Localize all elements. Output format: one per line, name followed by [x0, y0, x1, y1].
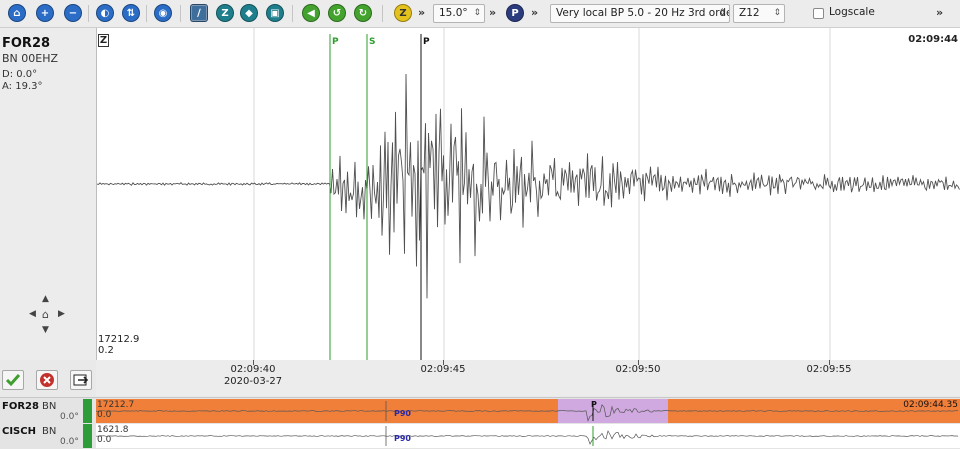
toolbar-separator — [88, 5, 89, 22]
overview-phase-label: P90 — [394, 434, 411, 443]
overview-zero: 0.0 — [97, 410, 112, 420]
zoom-in-icon[interactable]: + — [36, 4, 54, 22]
overview-network: BN — [42, 426, 57, 437]
overview-station: CISCH — [2, 426, 36, 437]
export-button[interactable] — [70, 370, 92, 390]
zoom-level-icon[interactable]: ▣ — [266, 4, 284, 22]
settings-icon[interactable]: Z — [216, 4, 234, 22]
component-z-icon[interactable]: Z — [394, 4, 412, 22]
overview-time: 02:09:44.35 — [903, 400, 958, 410]
axis-tick-label: 02:09:40 — [230, 364, 276, 375]
pick-label: P — [332, 37, 339, 47]
time-gridlines — [253, 28, 831, 360]
sort-icon[interactable]: ⇅ — [122, 4, 140, 22]
reject-button[interactable] — [36, 370, 58, 390]
station-overview: FOR28 BN 0.0° 17212.7 0.0 02:09:44.35 P9… — [0, 397, 960, 449]
amplitude-min-label: 0.2 — [98, 345, 114, 356]
filter-icon[interactable]: ∕ — [190, 4, 208, 22]
undo-icon[interactable]: ◀ — [302, 4, 320, 22]
overview-degree: 0.0° — [60, 412, 79, 422]
export-icon — [73, 374, 89, 386]
toolbar-separator — [382, 5, 383, 22]
overview-degree: 0.0° — [60, 437, 79, 447]
toolbar-overflow-chevron[interactable]: » — [489, 6, 496, 19]
filter-angle-spinbox[interactable]: 15.0° ⇕ — [433, 4, 485, 23]
filter-select-value: Very local BP 5.0 - 20 Hz 3rd order — [556, 7, 730, 19]
filter-select[interactable]: Very local BP 5.0 - 20 Hz 3rd order ⇕ — [550, 4, 730, 23]
pick-icon[interactable]: ◆ — [240, 4, 258, 22]
azimuth-value: A: 19.3° — [2, 81, 43, 92]
distance-value: D: 0.0° — [2, 69, 38, 80]
overview-mini-trace-0 — [96, 401, 959, 422]
view-icon[interactable]: ◐ — [96, 4, 114, 22]
arrow-down-icon[interactable]: ▼ — [42, 325, 49, 335]
reject-icon — [40, 373, 54, 387]
component-label: Z — [98, 34, 109, 47]
amplitude-max-label: 17212.9 — [98, 334, 140, 345]
time-axis: 02:09:40 02:09:45 02:09:50 02:09:55 2020… — [96, 360, 960, 396]
accept-button[interactable] — [2, 370, 24, 390]
logscale-label: Logscale — [829, 6, 875, 18]
toolbar-overflow-chevron[interactable]: » — [936, 6, 943, 19]
toolbar-separator — [146, 5, 147, 22]
overview-mini-trace-1 — [96, 426, 959, 446]
home-icon[interactable]: ⌂ — [42, 308, 49, 321]
overview-station: FOR28 — [2, 401, 39, 412]
component-select-value: Z12 — [739, 7, 760, 19]
channel-code: BN 00EHZ — [2, 52, 59, 65]
station-code: FOR28 — [2, 36, 51, 51]
pick-label: P — [423, 37, 430, 47]
axis-tick-label: 02:09:45 — [420, 364, 466, 375]
axis-tick-label: 02:09:50 — [615, 364, 661, 375]
toolbar-overflow-chevron[interactable]: » — [418, 6, 425, 19]
overview-status-flag — [83, 399, 92, 423]
pan-icon[interactable]: ↻ — [354, 4, 372, 22]
phase-p-icon[interactable]: P — [506, 4, 524, 22]
arrow-up-icon[interactable]: ▲ — [42, 294, 49, 304]
chevron-down-icon: ⇕ — [773, 8, 781, 18]
axis-tick-label: 02:09:55 — [806, 364, 852, 375]
overview-row[interactable]: FOR28 BN 0.0° 17212.7 0.0 02:09:44.35 P9… — [0, 399, 960, 423]
overview-pick-label: P — [591, 400, 597, 409]
accept-icon — [5, 374, 21, 387]
toolbar-separator — [292, 5, 293, 22]
filter-angle-value: 15.0° — [439, 7, 468, 19]
spin-arrows-icon[interactable]: ⇕ — [473, 5, 481, 22]
arrow-right-icon[interactable]: ▶ — [58, 309, 65, 319]
overview-amplitude: 17212.7 — [97, 400, 135, 410]
overview-row[interactable]: CISCH BN 0.0° 1621.8 0.0 P90 — [0, 424, 960, 448]
component-select[interactable]: Z12 ⇕ — [733, 4, 785, 23]
overview-zero: 0.0 — [97, 435, 112, 445]
overview-track[interactable]: 17212.7 0.0 02:09:44.35 P90 P — [96, 399, 960, 423]
axis-date-label: 2020-03-27 — [223, 376, 283, 387]
overview-network: BN — [42, 401, 57, 412]
chevron-down-icon: ⇕ — [718, 8, 726, 18]
redo-icon[interactable]: ↺ — [328, 4, 346, 22]
toolbar-overflow-chevron[interactable]: » — [531, 6, 538, 19]
overview-waveform — [96, 404, 959, 422]
overview-track[interactable]: 1621.8 0.0 P90 — [96, 424, 960, 448]
trace-info-panel: FOR28 BN 00EHZ D: 0.0° A: 19.3° ▲ ◀ ⌂ ▶ … — [0, 28, 96, 360]
logscale-checkbox[interactable] — [813, 8, 824, 19]
overview-waveform — [96, 430, 959, 445]
overview-amplitude: 1621.8 — [97, 425, 129, 435]
map-icon[interactable]: ◉ — [154, 4, 172, 22]
pick-label: S — [369, 37, 375, 47]
toolbar-separator — [180, 5, 181, 22]
toolbar: ⌂ + − ◐ ⇅ ◉ ∕ Z ◆ ▣ ◀ ↺ ↻ Z » 15.0° ⇕ » … — [0, 0, 960, 28]
overview-status-flag — [83, 424, 92, 448]
zoom-out-icon[interactable]: − — [64, 4, 82, 22]
end-time-label: 02:09:44 — [908, 34, 958, 45]
seismic-picker-window: ⌂ + − ◐ ⇅ ◉ ∕ Z ◆ ▣ ◀ ↺ ↻ Z » 15.0° ⇕ » … — [0, 0, 960, 449]
arrow-left-icon[interactable]: ◀ — [29, 309, 36, 319]
overview-phase-label: P90 — [394, 409, 411, 418]
seismogram-view[interactable]: P S P Z 02:09:44 17212.9 0.2 — [96, 28, 960, 360]
home-icon[interactable]: ⌂ — [8, 4, 26, 22]
seismogram-canvas[interactable]: PSP — [97, 28, 960, 360]
